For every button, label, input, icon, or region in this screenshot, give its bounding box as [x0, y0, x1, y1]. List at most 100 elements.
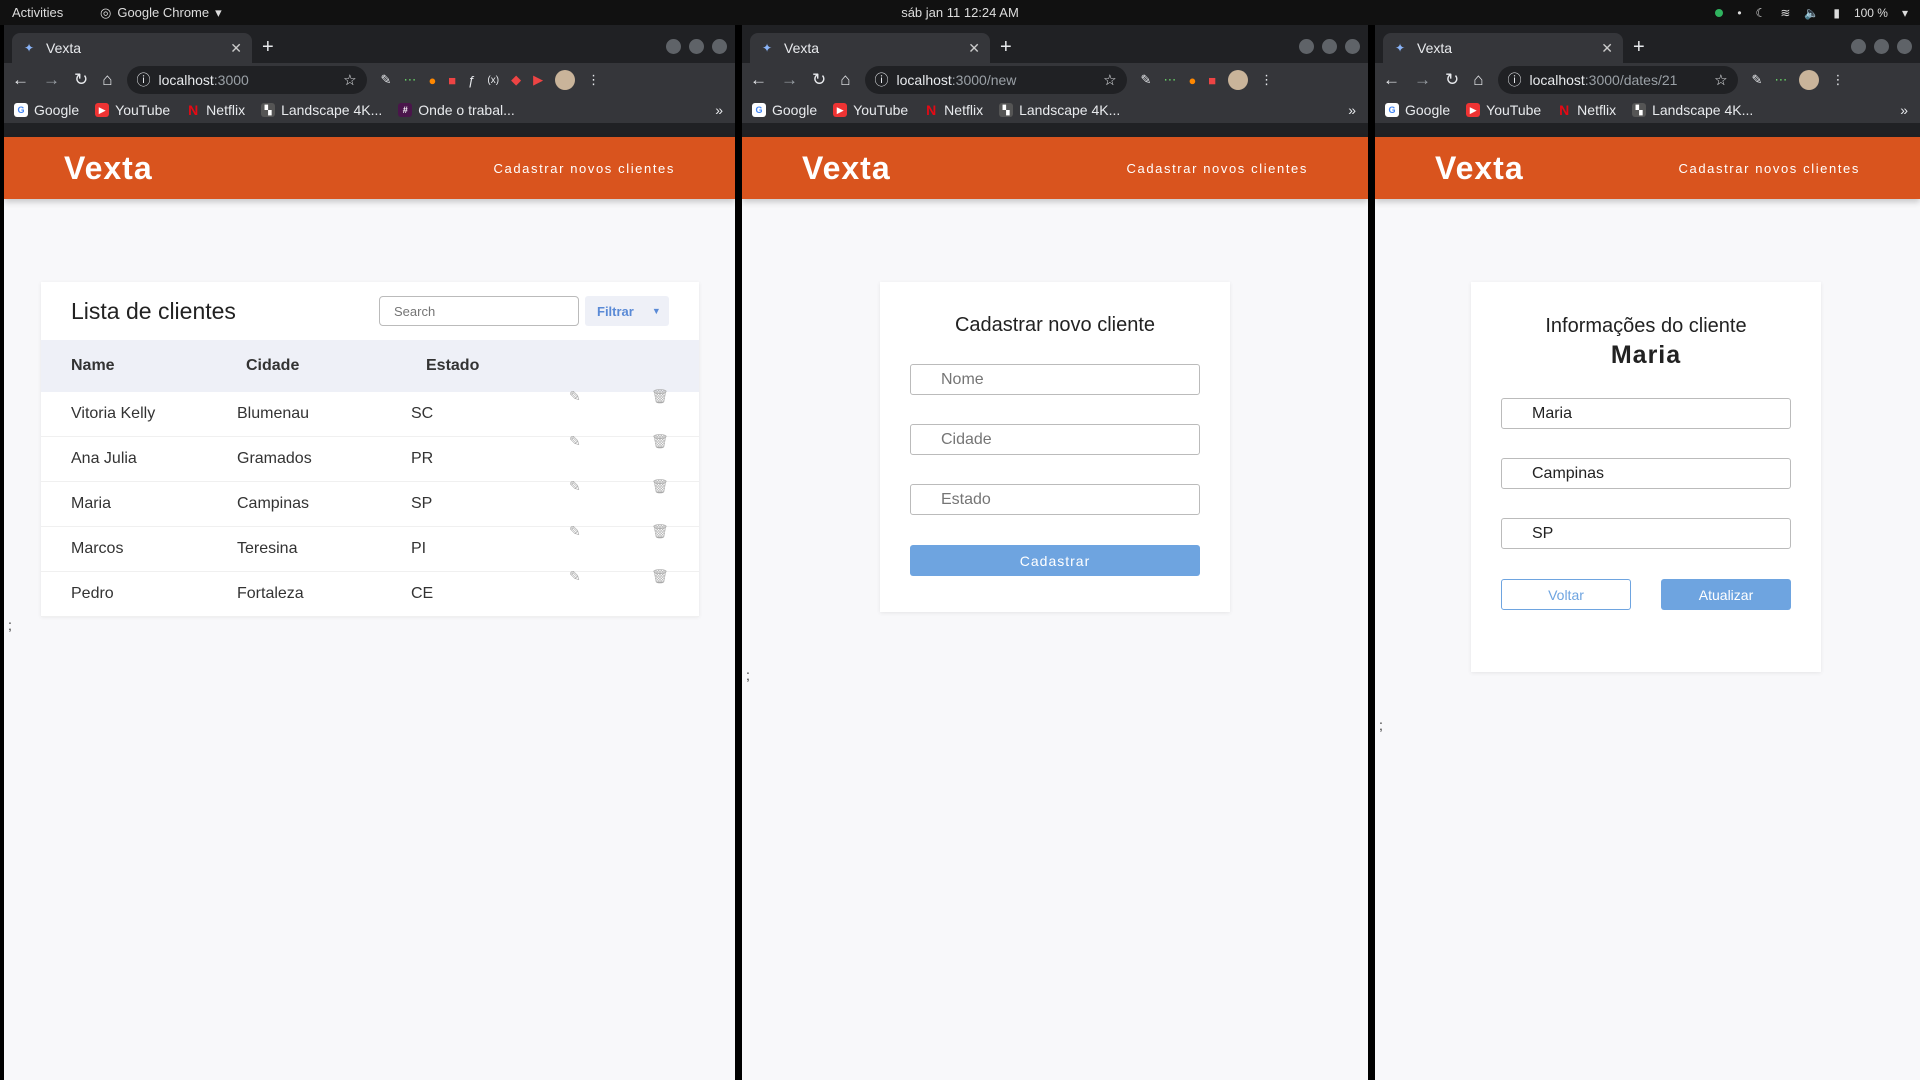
bookmark-google[interactable]: G Google [752, 102, 817, 118]
forward-icon[interactable]: → [781, 70, 798, 90]
edit-pencil-icon[interactable]: ✎ [569, 523, 581, 540]
bookmark-star-icon[interactable]: ☆ [1103, 71, 1116, 89]
home-icon[interactable]: ⌂ [102, 70, 112, 90]
home-icon[interactable]: ⌂ [1473, 70, 1483, 90]
extension-dashed-icon[interactable]: ⋯ [1774, 72, 1787, 88]
forward-icon[interactable]: → [1414, 70, 1431, 90]
maximize-button[interactable] [1322, 39, 1337, 54]
city-field[interactable] [910, 424, 1200, 455]
extension-dashed-icon[interactable]: ⋯ [403, 72, 416, 88]
nav-register-link[interactable]: Cadastrar novos clientes [1679, 161, 1860, 176]
minimize-button[interactable] [666, 39, 681, 54]
profile-avatar[interactable] [555, 70, 576, 90]
profile-avatar[interactable] [1799, 70, 1820, 90]
browser-tab[interactable]: ✦ Vexta ✕ [12, 33, 252, 63]
edit-pencil-icon[interactable]: ✎ [569, 433, 581, 450]
new-tab-button[interactable]: + [1633, 37, 1645, 57]
edit-pencil-icon[interactable]: ✎ [569, 388, 581, 405]
back-icon[interactable]: ← [12, 70, 29, 90]
forward-icon[interactable]: → [43, 70, 60, 90]
new-tab-button[interactable]: + [1000, 37, 1012, 57]
bookmark-google[interactable]: G Google [14, 102, 79, 118]
bookmark-youtube[interactable]: ▶ YouTube [95, 102, 170, 118]
extension-pen-icon[interactable]: ✎ [1141, 72, 1152, 88]
city-field[interactable] [1501, 458, 1791, 489]
bookmarks-more-icon[interactable]: » [1348, 102, 1356, 118]
extension-fire-icon[interactable]: ● [428, 73, 436, 88]
reload-icon[interactable]: ↻ [812, 70, 826, 90]
home-icon[interactable]: ⌂ [840, 70, 850, 90]
maximize-button[interactable] [1874, 39, 1889, 54]
register-button[interactable]: Cadastrar [910, 545, 1200, 576]
close-window-button[interactable] [1345, 39, 1360, 54]
address-bar[interactable]: ⓘ localhost:3000 ☆ [126, 66, 367, 94]
menu-kebab-icon[interactable]: ⋮ [1260, 72, 1273, 88]
bookmark-star-icon[interactable]: ☆ [1714, 71, 1727, 89]
minimize-button[interactable] [1299, 39, 1314, 54]
close-window-button[interactable] [712, 39, 727, 54]
name-field[interactable] [910, 364, 1200, 395]
bookmark-google[interactable]: G Google [1385, 102, 1450, 118]
trash-icon[interactable]: 🗑 [651, 478, 669, 495]
close-window-button[interactable] [1897, 39, 1912, 54]
nav-register-link[interactable]: Cadastrar novos clientes [494, 161, 675, 176]
name-field[interactable] [1501, 398, 1791, 429]
extension-dashed-icon[interactable]: ⋯ [1163, 72, 1176, 88]
extension-pocket-icon[interactable]: ■ [448, 73, 456, 88]
new-tab-button[interactable]: + [262, 37, 274, 57]
state-field[interactable] [1501, 518, 1791, 549]
profile-avatar[interactable] [1228, 70, 1249, 90]
column-header-state[interactable]: Estado [426, 357, 479, 375]
activities-button[interactable]: Activities [12, 5, 63, 20]
bookmark-netflix[interactable]: N Netflix [1557, 102, 1616, 118]
site-logo[interactable]: Vexta [1435, 150, 1524, 187]
site-logo[interactable]: Vexta [802, 150, 891, 187]
browser-tab[interactable]: ✦ Vexta ✕ [1383, 33, 1623, 63]
reload-icon[interactable]: ↻ [74, 70, 88, 90]
bookmarks-more-icon[interactable]: » [1900, 102, 1908, 118]
address-bar[interactable]: ⓘ localhost:3000/dates/21 ☆ [1497, 66, 1738, 94]
bookmark-landscape[interactable]: ▚ Landscape 4K... [1632, 102, 1753, 118]
extension-pen-icon[interactable]: ✎ [1752, 72, 1763, 88]
address-bar[interactable]: ⓘ localhost:3000/new ☆ [864, 66, 1127, 94]
clock[interactable]: sáb jan 11 12:24 AM [0, 5, 1920, 20]
search-input[interactable] [379, 296, 579, 326]
bookmark-landscape[interactable]: ▚ Landscape 4K... [999, 102, 1120, 118]
bookmarks-more-icon[interactable]: » [715, 102, 723, 118]
menu-kebab-icon[interactable]: ⋮ [587, 72, 600, 88]
bookmark-youtube[interactable]: ▶ YouTube [833, 102, 908, 118]
edit-pencil-icon[interactable]: ✎ [569, 568, 581, 585]
trash-icon[interactable]: 🗑 [651, 388, 669, 405]
close-tab-icon[interactable]: ✕ [968, 40, 980, 57]
bookmark-netflix[interactable]: N Netflix [186, 102, 245, 118]
extension-function-icon[interactable]: ƒ [468, 73, 475, 88]
back-icon[interactable]: ← [750, 70, 767, 90]
browser-tab[interactable]: ✦ Vexta ✕ [750, 33, 990, 63]
bookmark-netflix[interactable]: N Netflix [924, 102, 983, 118]
close-tab-icon[interactable]: ✕ [1601, 40, 1613, 57]
bookmark-slack[interactable]: # Onde o trabal... [398, 102, 515, 118]
extension-pen-icon[interactable]: ✎ [381, 72, 392, 88]
filter-dropdown[interactable]: Filtrar ▼ [585, 296, 669, 326]
extension-code-icon[interactable]: (x) [487, 75, 499, 86]
nav-register-link[interactable]: Cadastrar novos clientes [1127, 161, 1308, 176]
edit-pencil-icon[interactable]: ✎ [569, 478, 581, 495]
trash-icon[interactable]: 🗑 [651, 433, 669, 450]
minimize-button[interactable] [1851, 39, 1866, 54]
extension-pocket-icon[interactable]: ■ [1208, 73, 1216, 88]
column-header-name[interactable]: Name [71, 357, 115, 375]
maximize-button[interactable] [689, 39, 704, 54]
back-icon[interactable]: ← [1383, 70, 1400, 90]
site-logo[interactable]: Vexta [64, 150, 153, 187]
extension-youtube-icon[interactable]: ▶ [533, 72, 543, 88]
state-field[interactable] [910, 484, 1200, 515]
system-tray[interactable]: • ☾ ≋ 🔈 ▮ 100 % ▾ [1715, 6, 1908, 20]
bookmark-star-icon[interactable]: ☆ [343, 71, 356, 89]
trash-icon[interactable]: 🗑 [651, 523, 669, 540]
back-button[interactable]: Voltar [1501, 579, 1631, 610]
bookmark-landscape[interactable]: ▚ Landscape 4K... [261, 102, 382, 118]
close-tab-icon[interactable]: ✕ [230, 40, 242, 57]
trash-icon[interactable]: 🗑 [651, 568, 669, 585]
app-menu[interactable]: ◎ Google Chrome ▾ [100, 5, 222, 21]
bookmark-youtube[interactable]: ▶ YouTube [1466, 102, 1541, 118]
